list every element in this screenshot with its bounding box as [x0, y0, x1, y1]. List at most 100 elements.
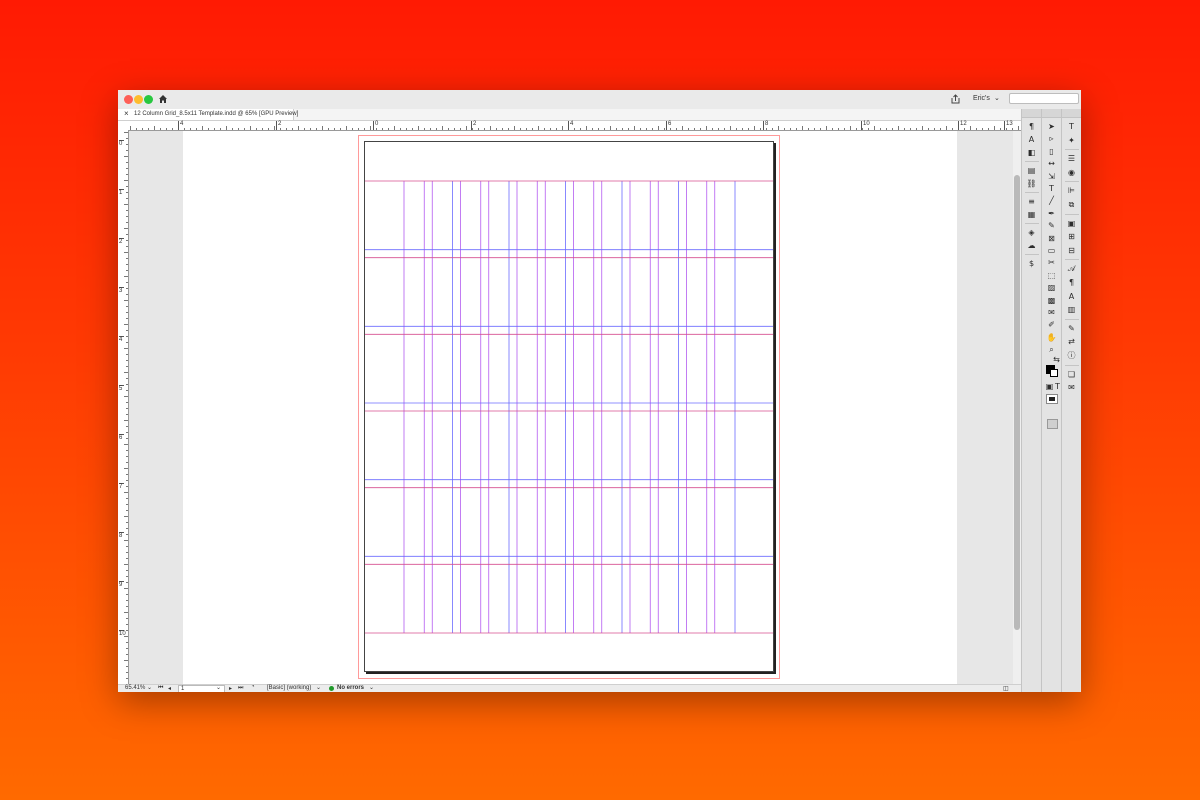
note-tool-icon[interactable]: ✉ [1046, 307, 1057, 318]
last-page-icon[interactable]: ⏭ [238, 685, 243, 692]
object-styles-icon[interactable]: ◧ [1026, 147, 1037, 158]
stroke-swatch[interactable] [1050, 369, 1058, 377]
preflight-status[interactable]: No errors [337, 685, 364, 691]
hand-tool-icon[interactable]: ✋ [1046, 332, 1057, 343]
style-menu[interactable]: [Basic] (working) [267, 685, 311, 691]
document-tab[interactable]: × 12 Column Grid_8.5x11 Template.indd @ … [118, 109, 298, 120]
apply-color-icon[interactable] [1046, 394, 1058, 404]
line-tool-icon[interactable]: ╱ [1046, 195, 1057, 206]
next-page-icon[interactable]: ▸ [229, 685, 232, 692]
pencil-tool-icon[interactable]: ✎ [1046, 220, 1057, 231]
style-dropdown-icon[interactable]: ⌄ [316, 684, 321, 691]
panel-dock-a-header[interactable] [1022, 109, 1042, 118]
previous-page-icon[interactable]: ◂ [168, 685, 171, 692]
vertical-ruler[interactable]: 0 1 2 3 4 5 6 7 8 9 10 [118, 130, 129, 684]
ruler-tick-label: 0 [119, 140, 124, 147]
ruler-tick-label: 12 [958, 121, 967, 130]
zoom-level[interactable]: 65.41% [125, 685, 145, 691]
ruler-tick-label: 3 [119, 287, 124, 294]
comments-icon[interactable]: ✉ [1066, 382, 1077, 393]
rectangle-tool-icon[interactable]: ▭ [1046, 245, 1057, 256]
tools-panel-header[interactable] [1042, 109, 1062, 118]
color-icon[interactable]: ◉ [1066, 167, 1077, 178]
scrollbar-thumb[interactable] [1014, 175, 1020, 630]
selection-tool-icon[interactable]: ➤ [1046, 121, 1057, 132]
close-window-button[interactable] [124, 95, 133, 104]
cc-libraries-icon[interactable]: ☁ [1026, 240, 1037, 251]
paragraph-icon[interactable]: ¶ [1066, 277, 1077, 288]
glyphs-icon[interactable]: 𝒜 [1066, 263, 1077, 274]
stroke-icon[interactable]: ≡ [1026, 196, 1037, 207]
horizontal-ruler[interactable]: 4 2 0 2 4 6 8 10 12 13 [128, 121, 1021, 131]
search-input[interactable] [1009, 93, 1079, 104]
type-tool-icon[interactable]: T [1046, 183, 1057, 194]
links-icon[interactable]: ⛓ [1026, 178, 1037, 189]
ruler-tick-label: 4 [568, 121, 573, 130]
document-tab-title: 12 Column Grid_8.5x11 Template.indd @ 65… [134, 111, 299, 117]
pasteboard[interactable] [129, 131, 1013, 684]
preflight-dropdown-icon[interactable]: ⌄ [369, 684, 374, 691]
ruler-tick-label: 7 [119, 483, 124, 490]
ruler-tick-label: 2 [471, 121, 476, 130]
scripts-icon[interactable]: ❏ [1066, 369, 1077, 380]
screen-mode-icon[interactable] [1047, 419, 1058, 429]
ruler-tick-label: 6 [119, 434, 124, 441]
character-styles-icon[interactable]: A [1026, 134, 1037, 145]
chevron-down-icon: ⌄ [994, 95, 1000, 102]
pathfinder-icon[interactable]: ⧉ [1066, 199, 1077, 210]
pages-icon[interactable]: ▤ [1026, 165, 1037, 176]
scissors-tool-icon[interactable]: ✂ [1046, 257, 1057, 268]
table-icon[interactable]: ⊞ [1066, 231, 1077, 242]
status-bar: 65.41% ⌄ ⏮ ◂ 1 ⌄ ▸ ⏭ ◔ [Basic] (working)… [118, 684, 1021, 692]
cell-styles-icon[interactable]: ⊟ [1066, 245, 1077, 256]
first-page-icon[interactable]: ⏮ [158, 685, 163, 692]
info-icon[interactable]: ⓘ [1066, 350, 1077, 361]
text-wrap-icon[interactable]: ▣ [1066, 218, 1077, 229]
split-layout-icon[interactable]: ◫ [1003, 685, 1009, 692]
share-icon[interactable] [951, 94, 960, 104]
panel-dock-c: T ✦ ☰ ◉ ⊫ ⧉ ▣ ⊞ ⊟ 𝒜 ¶ A ▥ ✎ ⇄ ⓘ ❏ ✉ [1061, 109, 1081, 692]
page-tool-icon[interactable]: ▯ [1046, 146, 1057, 157]
gradient-feather-icon[interactable]: ▩ [1046, 295, 1057, 306]
notes-icon[interactable]: ✎ [1066, 323, 1077, 334]
character-icon[interactable]: A [1066, 291, 1077, 302]
ruler-tick-label: 8 [763, 121, 768, 130]
type-panel-icon[interactable]: T [1066, 121, 1077, 132]
cc-sync-icon[interactable]: ◔ [251, 684, 255, 690]
paragraph-styles-icon[interactable]: ¶ [1026, 121, 1037, 132]
gap-tool-icon[interactable]: ↔ [1046, 158, 1057, 169]
vertical-scrollbar[interactable] [1013, 131, 1021, 684]
content-collector-icon[interactable]: ⇲ [1046, 171, 1057, 182]
panel-separator [1025, 161, 1039, 162]
page-dropdown-icon[interactable]: ⌄ [216, 684, 221, 691]
eyedropper-icon[interactable]: ✐ [1046, 319, 1057, 330]
minimize-window-button[interactable] [134, 95, 143, 104]
pen-tool-icon[interactable]: ✒ [1046, 208, 1057, 219]
tools-panel: ➤ ▹ ▯ ↔ ⇲ T ╱ ✒ ✎ ⊠ ▭ ✂ ⬚ ▨ ▩ ✉ ✐ ✋ ⌕ ⇆ ▣ T [1041, 109, 1062, 692]
title-bar: Eric's ⌄ [118, 90, 1081, 110]
panel-dock-a: ¶ A ◧ ▤ ⛓ ≡ ▦ ◈ ☁ $ [1021, 109, 1042, 692]
indesign-window: Eric's ⌄ × 12 Column Grid_8.5x11 Templat… [118, 90, 1081, 692]
align-icon[interactable]: ⊫ [1066, 185, 1077, 196]
tracking-icon[interactable]: ⇄ [1066, 336, 1077, 347]
effects-icon[interactable]: ✦ [1066, 135, 1077, 146]
zoom-window-button[interactable] [144, 95, 153, 104]
price-icon[interactable]: $ [1026, 258, 1037, 269]
swatches-icon[interactable]: ▦ [1026, 209, 1037, 220]
user-menu[interactable]: Eric's [973, 95, 990, 102]
ruler-tick-label: 9 [119, 581, 124, 588]
close-tab-icon[interactable]: × [124, 110, 129, 118]
rectangle-frame-icon[interactable]: ⊠ [1046, 233, 1057, 244]
gradient-swatch-icon[interactable]: ▨ [1046, 282, 1057, 293]
panel-dock-c-header[interactable] [1062, 109, 1081, 118]
home-icon[interactable] [158, 94, 168, 104]
story-icon[interactable]: ▥ [1066, 304, 1077, 315]
zoom-dropdown-icon[interactable]: ⌄ [147, 684, 152, 691]
preflight-status-dot [329, 686, 334, 691]
panel-separator [1065, 259, 1079, 261]
lines-icon[interactable]: ☰ [1066, 153, 1077, 164]
layers-icon[interactable]: ◈ [1026, 227, 1037, 238]
free-transform-icon[interactable]: ⬚ [1046, 270, 1057, 281]
direct-selection-icon[interactable]: ▹ [1046, 133, 1057, 144]
page[interactable] [364, 141, 774, 672]
